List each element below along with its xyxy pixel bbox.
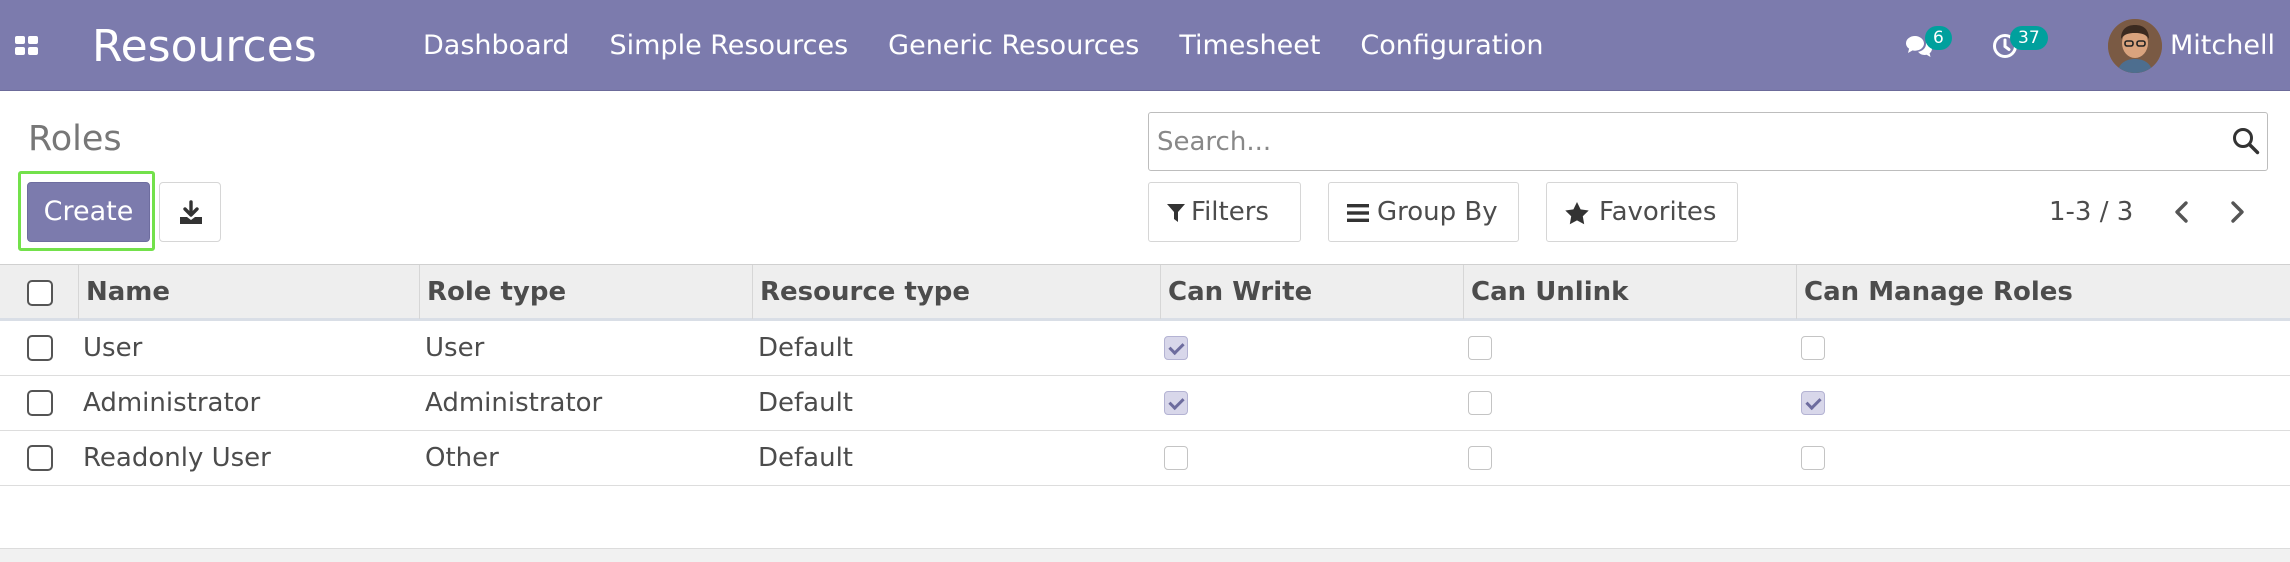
create-button[interactable]: Create [27,182,150,242]
can-write-checkbox [1164,446,1188,470]
menu-item-generic-resources[interactable]: Generic Resources [888,28,1139,64]
table-row[interactable]: Readonly User Other Default [0,431,2290,486]
can-manage-roles-checkbox [1801,446,1825,470]
table-row[interactable]: User User Default [0,321,2290,376]
can-unlink-checkbox [1468,336,1492,360]
favorites-button[interactable]: Favorites [1546,182,1738,242]
search-bar [1148,112,2268,171]
column-header-can-write[interactable]: Can Write [1160,265,1463,319]
chevron-right-icon[interactable] [2225,196,2249,228]
cell-role-type: Other [425,443,499,473]
list-footer-divider [0,548,2290,562]
cell-role-type: Administrator [425,388,603,418]
cell-name: User [83,333,143,363]
cell-name: Readonly User [83,443,271,473]
top-navbar: Resources Dashboard Simple Resources Gen… [0,0,2290,91]
download-icon [180,200,202,224]
cell-resource-type: Default [758,443,853,473]
can-unlink-checkbox [1468,446,1492,470]
column-header-name[interactable]: Name [78,265,419,319]
filters-button[interactable]: Filters [1148,182,1301,242]
can-write-checkbox [1164,336,1188,360]
cell-resource-type: Default [758,388,853,418]
chevron-left-icon[interactable] [2170,196,2194,228]
menu-item-configuration[interactable]: Configuration [1360,28,1543,64]
activities-count-badge: 37 [2010,26,2048,50]
menu-item-simple-resources[interactable]: Simple Resources [609,28,848,64]
bars-icon [1347,204,1369,222]
filters-label: Filters [1191,197,1269,227]
table-row[interactable]: Administrator Administrator Default [0,376,2290,431]
main-menu: Dashboard Simple Resources Generic Resou… [423,28,1584,64]
column-header-role-type[interactable]: Role type [419,265,752,319]
app-menu-icon[interactable] [15,36,39,56]
column-header-can-unlink[interactable]: Can Unlink [1463,265,1796,319]
row-select-checkbox[interactable] [27,390,53,416]
app-name[interactable]: Resources [92,20,317,74]
star-icon [1565,202,1589,225]
table-header: Name Role type Resource type Can Write C… [0,264,2290,321]
group-by-button[interactable]: Group By [1328,182,1519,242]
column-header-resource-type[interactable]: Resource type [752,265,1160,319]
download-button[interactable] [159,182,221,242]
favorites-label: Favorites [1599,197,1717,227]
row-select-checkbox[interactable] [27,335,53,361]
messages-count-badge: 6 [1925,26,1952,50]
group-by-label: Group By [1377,197,1498,227]
can-write-checkbox [1164,391,1188,415]
search-input[interactable] [1157,121,2207,163]
pager-value[interactable]: 1-3 / 3 [2049,196,2133,228]
select-all-checkbox[interactable] [27,280,53,306]
row-select-checkbox[interactable] [27,445,53,471]
menu-item-dashboard[interactable]: Dashboard [423,28,569,64]
filter-icon [1167,204,1185,222]
menu-item-timesheet[interactable]: Timesheet [1179,28,1320,64]
can-unlink-checkbox [1468,391,1492,415]
can-manage-roles-checkbox [1801,391,1825,415]
page-title: Roles [28,119,122,159]
column-header-can-manage-roles[interactable]: Can Manage Roles [1796,265,2290,319]
can-manage-roles-checkbox [1801,336,1825,360]
user-avatar[interactable] [2108,19,2162,73]
search-icon[interactable] [2231,126,2261,156]
cell-name: Administrator [83,388,261,418]
cell-role-type: User [425,333,485,363]
user-name[interactable]: Mitchell [2170,28,2275,64]
cell-resource-type: Default [758,333,853,363]
